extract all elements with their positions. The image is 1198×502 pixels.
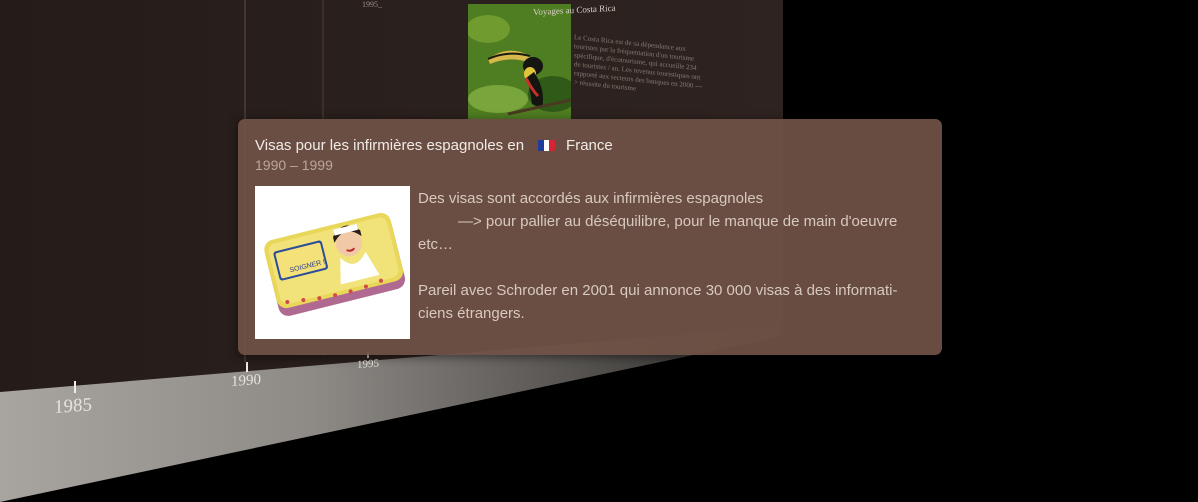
card-country[interactable]: France (566, 137, 613, 154)
description-line: —> pour pallier au déséquilibre, pour le… (458, 213, 898, 230)
description-line: ciens étrangers. (418, 305, 525, 322)
toucan-image[interactable] (468, 4, 571, 119)
description-line: etc… (418, 236, 454, 253)
event-card[interactable]: Visas pour les infirmières espagnoles en… (238, 119, 942, 355)
card-header: Visas pour les infirmières espagnoles en… (255, 137, 613, 154)
tick-label-1995: 1995 (357, 357, 379, 371)
toucan-illustration (468, 4, 571, 119)
card-title: Visas pour les infirmières espagnoles en (255, 137, 525, 154)
description-line: Pareil avec Schroder en 2001 qui annonce… (418, 282, 898, 299)
card-description: Des visas sont accordés aux infirmières … (418, 187, 928, 325)
description-line: Des visas sont accordés aux infirmières … (418, 190, 764, 207)
tick-label-1990: 1990 (231, 371, 261, 390)
tick-label-1985: 1985 (54, 394, 92, 418)
card-dates: 1990 – 1999 (255, 157, 333, 173)
france-flag-icon (538, 140, 556, 151)
nurse-tin-image[interactable]: SOIGNER ! (255, 186, 410, 339)
nurse-tin-illustration: SOIGNER ! (255, 186, 410, 339)
bg-card-year: 1995_ (362, 0, 382, 9)
